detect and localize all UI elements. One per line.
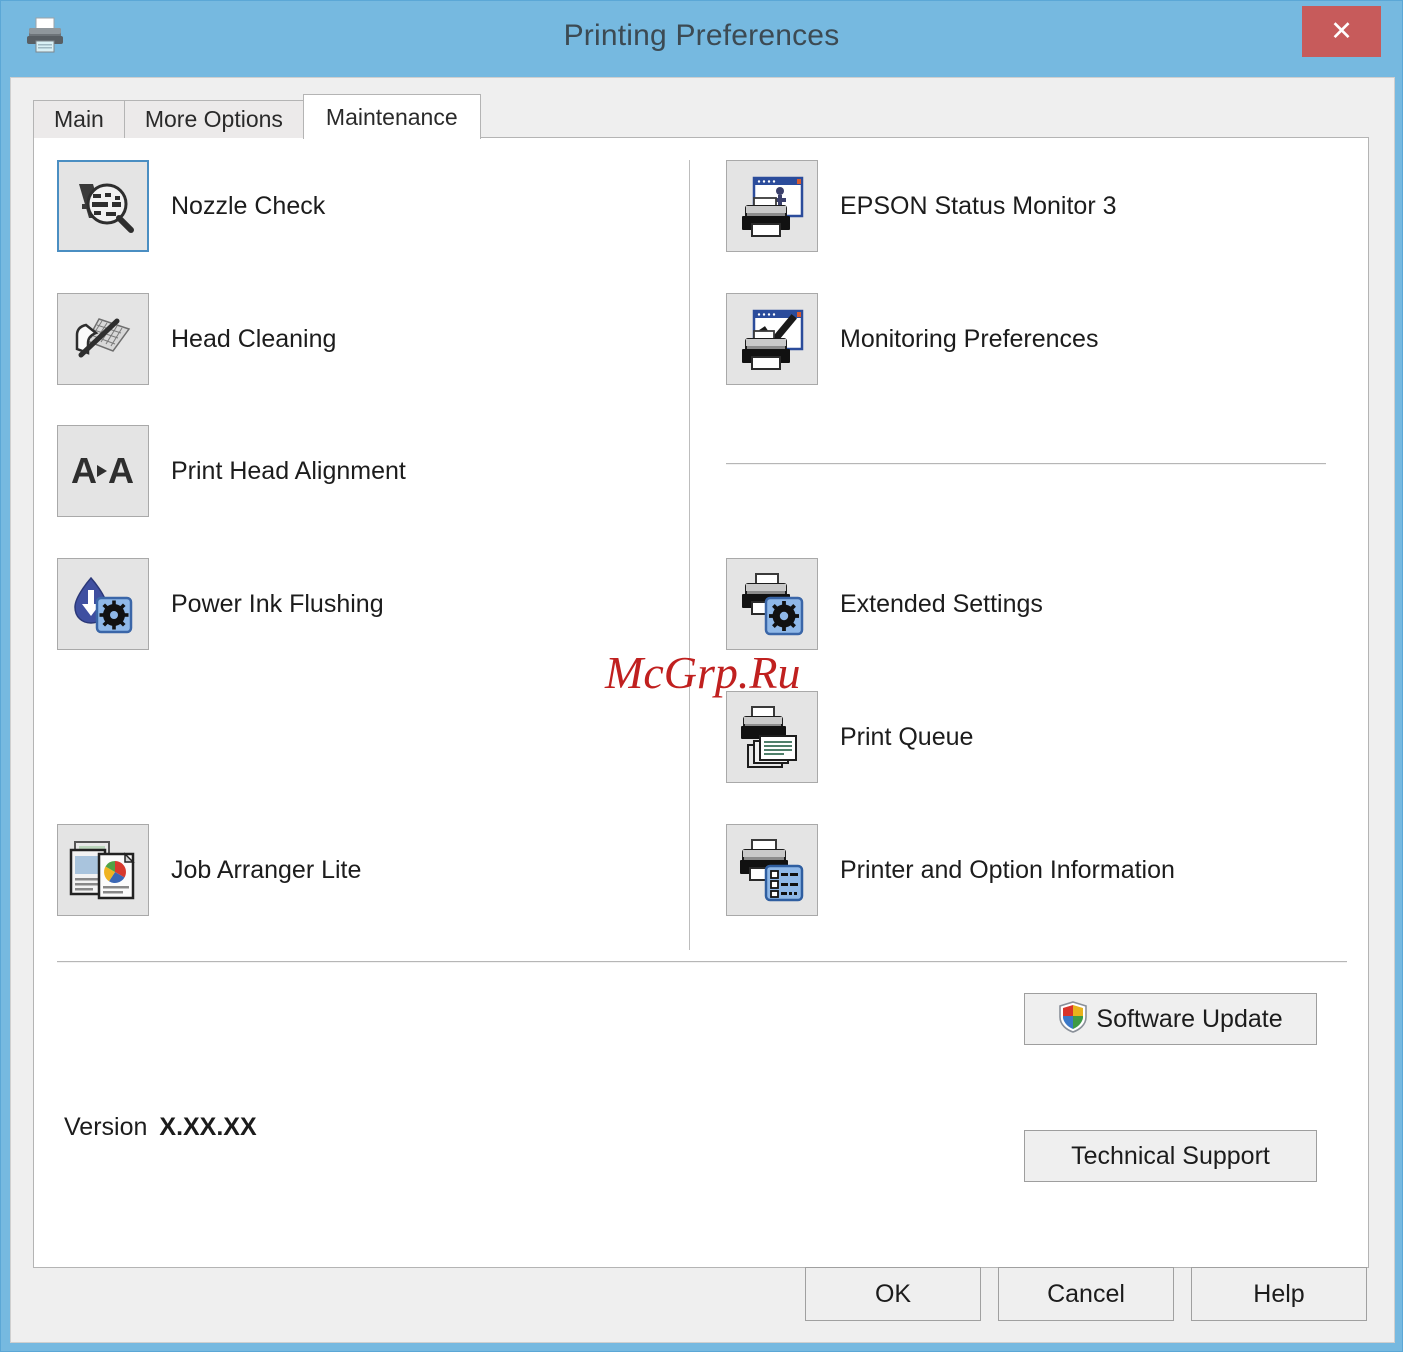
printer-option-info-button[interactable]: Printer and Option Information — [726, 824, 1175, 916]
svg-text:A: A — [108, 450, 134, 491]
print-queue-label: Print Queue — [840, 722, 974, 751]
nozzle-check-label: Nozzle Check — [171, 191, 326, 220]
dialog-body: Main More Options Maintenance Nozzle Che… — [10, 77, 1395, 1343]
printer-option-info-label: Printer and Option Information — [840, 855, 1175, 884]
extended-settings-label: Extended Settings — [840, 589, 1043, 618]
epson-status-monitor-label: EPSON Status Monitor 3 — [840, 191, 1117, 220]
windows-shield-icon — [1058, 1000, 1088, 1038]
print-head-alignment-button[interactable]: A A Print Head Alignment — [57, 425, 406, 517]
head-cleaning-icon — [57, 293, 149, 385]
power-ink-flushing-button[interactable]: Power Ink Flushing — [57, 558, 384, 650]
technical-support-button[interactable]: Technical Support — [1024, 1130, 1317, 1182]
software-update-label: Software Update — [1096, 1004, 1283, 1033]
print-head-alignment-icon: A A — [57, 425, 149, 517]
software-update-button[interactable]: Software Update — [1024, 993, 1317, 1045]
job-arranger-lite-icon — [57, 824, 149, 916]
power-ink-flushing-label: Power Ink Flushing — [171, 589, 384, 618]
column-divider — [689, 160, 690, 950]
help-button[interactable]: Help — [1191, 1267, 1367, 1321]
window-title: Printing Preferences — [563, 19, 840, 52]
version-label: Version — [64, 1113, 148, 1141]
tab-strip: Main More Options Maintenance — [33, 94, 481, 139]
print-queue-button[interactable]: Print Queue — [726, 691, 973, 783]
title-bar: Printing Preferences ✕ — [1, 1, 1402, 77]
power-ink-flushing-icon — [57, 558, 149, 650]
close-icon[interactable]: ✕ — [1302, 6, 1381, 57]
right-column-separator — [726, 463, 1326, 465]
bottom-separator — [57, 961, 1347, 963]
monitoring-preferences-icon — [726, 293, 818, 385]
version-info: Version X.XX.XX — [64, 1113, 257, 1142]
tab-maintenance[interactable]: Maintenance — [302, 94, 481, 139]
head-cleaning-label: Head Cleaning — [171, 324, 337, 353]
extended-settings-button[interactable]: Extended Settings — [726, 558, 1043, 650]
dialog-footer: OK Cancel Help — [11, 1264, 1394, 1324]
version-value: X.XX.XX — [159, 1113, 257, 1141]
job-arranger-lite-button[interactable]: Job Arranger Lite — [57, 824, 361, 916]
monitoring-preferences-label: Monitoring Preferences — [840, 324, 1099, 353]
head-cleaning-button[interactable]: Head Cleaning — [57, 293, 336, 385]
nozzle-check-icon — [57, 160, 149, 252]
printer-option-info-icon — [726, 824, 818, 916]
extended-settings-icon — [726, 558, 818, 650]
print-head-alignment-label: Print Head Alignment — [171, 456, 406, 485]
monitoring-preferences-button[interactable]: Monitoring Preferences — [726, 293, 1098, 385]
print-queue-icon — [726, 691, 818, 783]
maintenance-panel: Nozzle Check Head Cleaning A A Print Hea… — [33, 137, 1369, 1268]
ok-button[interactable]: OK — [805, 1267, 981, 1321]
epson-status-monitor-button[interactable]: EPSON Status Monitor 3 — [726, 160, 1117, 252]
epson-status-monitor-icon — [726, 160, 818, 252]
job-arranger-lite-label: Job Arranger Lite — [171, 855, 362, 884]
tab-more-options[interactable]: More Options — [123, 100, 304, 138]
tab-main[interactable]: Main — [33, 100, 125, 138]
printing-preferences-window: Printing Preferences ✕ Main More Options… — [0, 0, 1403, 1352]
svg-text:A: A — [71, 450, 97, 491]
cancel-button[interactable]: Cancel — [998, 1267, 1174, 1321]
nozzle-check-button[interactable]: Nozzle Check — [57, 160, 325, 252]
